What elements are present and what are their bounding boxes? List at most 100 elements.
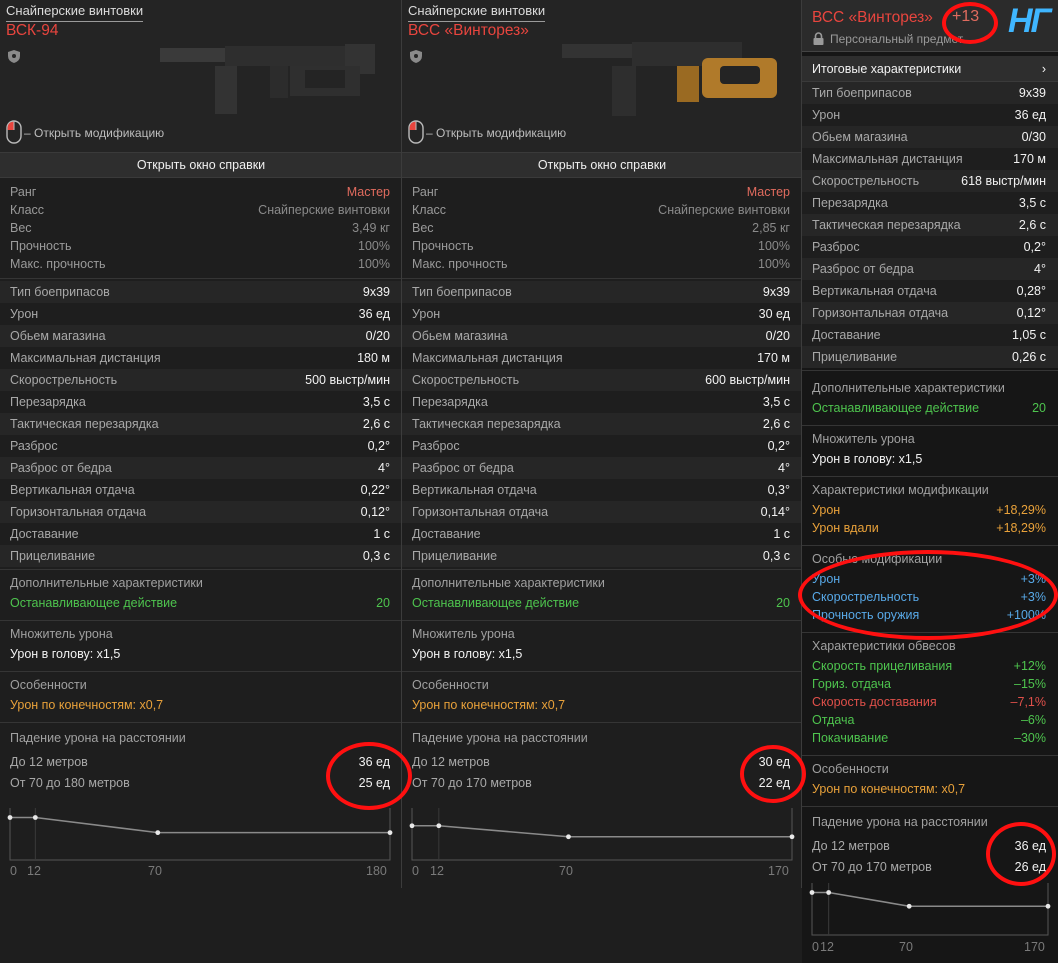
axis-tick: 0: [412, 864, 419, 878]
axis-tick: 70: [559, 864, 573, 878]
summary-stats-header[interactable]: Итоговые характеристики ›: [802, 56, 1058, 82]
info-row: Вес 3,49 кг: [10, 221, 390, 235]
damage-drop-point: [7, 815, 13, 820]
info-row: Класс Снайперские винтовки: [412, 203, 790, 217]
stat-row: Максимальная дистанция 170 м: [802, 148, 1058, 170]
damage-multiplier-section: Множитель урона Урон в голову: x1,5: [402, 621, 802, 672]
weapon-image: [562, 42, 777, 116]
info-row: Ранг Мастер: [10, 185, 390, 199]
stat-row: Перезарядка 3,5 с: [802, 192, 1058, 214]
chart-frame: [411, 808, 793, 861]
upgrade-level: +13: [952, 8, 980, 25]
info-row: Макс. прочность 100%: [10, 257, 390, 271]
weapon-panel-vss: Снайперские винтовки ВСС «Винторез» – От…: [402, 0, 802, 963]
info-row: Класс Снайперские винтовки: [10, 203, 390, 217]
stat-row: Тактическая перезарядка 2,6 с: [402, 413, 802, 435]
info-row: Прочность 100%: [10, 239, 390, 253]
extra-section: Дополнительные характеристики Останавлив…: [402, 570, 802, 621]
stats-table: Тип боеприпасов 9x39 Урон 36 ед Обьем мага…: [0, 279, 402, 570]
stat-row: Разброс 0,2°: [0, 435, 402, 457]
mod-characteristics-section: Характеристики модификации Урон +18,29% У…: [802, 477, 1058, 546]
stat-row: Тактическая перезарядка 2,6 с: [0, 413, 402, 435]
stat-row: Урон 30 ед: [402, 303, 802, 325]
damage-drop-point: [155, 830, 161, 836]
mouse-icon: [6, 120, 22, 144]
info-row: Макс. прочность 100%: [412, 257, 790, 271]
damage-drop-section: Падение урона на расстоянии До 12 метров…: [412, 731, 790, 790]
damage-drop-section: Падение урона на расстоянии До 12 метров…: [10, 731, 390, 790]
damage-multiplier-section: Множитель урона Урон в голову: x1,5: [0, 621, 402, 672]
damage-drop-section: Падение урона на расстоянии До 12 метров…: [812, 815, 1046, 874]
stats-table: Тип боеприпасов 9x39 Урон 36 ед Обьем мага…: [802, 82, 1058, 371]
mouse-icon: [408, 120, 424, 144]
stat-row: Прицеливание 0,3 с: [0, 545, 402, 567]
stat-row: Горизонтальная отдача 0,12°: [802, 302, 1058, 324]
weapon-image: [160, 44, 375, 114]
axis-tick: 70: [899, 940, 913, 954]
damage-drop-point: [409, 823, 415, 829]
stat-row: Скорострельность 500 выстр/мин: [0, 369, 402, 391]
features-section: Особенности Урон по конечностям: x0,7: [0, 672, 402, 723]
open-help-button[interactable]: Открыть окно справки: [402, 152, 802, 178]
stat-row: Перезарядка 3,5 с: [402, 391, 802, 413]
stat-row: Обьем магазина 0/20: [402, 325, 802, 347]
stat-row: Тип боеприпасов 9x39: [802, 82, 1058, 104]
lock-icon: [813, 32, 824, 45]
stat-row: Разброс от бедра 4°: [402, 457, 802, 479]
weapon-header: Снайперские винтовки ВСС «Винторез» – От…: [402, 0, 802, 152]
info-group: Ранг Мастер Класс Снайперские винтовки Вес…: [402, 178, 802, 279]
attachments-section: Характеристики обвесов Скорость прицелив…: [802, 633, 1058, 756]
open-help-button[interactable]: Открыть окно справки: [0, 152, 402, 178]
axis-tick: 0: [812, 940, 819, 954]
damage-drop-line: [10, 816, 390, 834]
stat-row: Максимальная дистанция 180 м: [0, 347, 402, 369]
extra-section: Дополнительные характеристики Останавлив…: [0, 570, 402, 621]
stat-row: Горизонтальная отдача 0,14°: [402, 501, 802, 523]
extra-section: Дополнительные характеристики Останавлив…: [802, 371, 1058, 426]
stat-row: Вертикальная отдача 0,3°: [402, 479, 802, 501]
axis-tick: 70: [148, 864, 162, 878]
stat-row: Вертикальная отдача 0,22°: [0, 479, 402, 501]
axis-tick: 170: [768, 864, 789, 878]
stat-row: Прицеливание 0,3 с: [402, 545, 802, 567]
damage-drop-point: [789, 834, 795, 840]
chart-frame: [9, 808, 391, 861]
stat-row: Скорострельность 618 выстр/мин: [802, 170, 1058, 192]
damage-drop-point: [32, 815, 38, 820]
weapon-header: Снайперские винтовки ВСК-94 – Открыть мо…: [0, 0, 402, 152]
weapon-category: Снайперские винтовки: [6, 3, 144, 22]
info-row: Прочность 100%: [412, 239, 790, 253]
damage-drop-point: [387, 830, 393, 836]
axis-tick: 12: [430, 864, 444, 878]
chevron-right-icon: ›: [1041, 61, 1046, 76]
axis-tick: 170: [1024, 940, 1045, 954]
open-mod-hint[interactable]: – Открыть модификацию: [24, 126, 164, 140]
damage-drop-line: [812, 891, 1048, 908]
weapon-panel-vss-modded: ВСС «Винторез» +13 Персональный предмет …: [802, 0, 1058, 963]
stat-row: Разброс от бедра 4°: [802, 258, 1058, 280]
stat-row: Максимальная дистанция 170 м: [402, 347, 802, 369]
damage-drop-chart: [7, 808, 393, 861]
open-mod-hint[interactable]: – Открыть модификацию: [426, 126, 566, 140]
stat-row: Прицеливание 0,26 с: [802, 346, 1058, 368]
stat-row: Скорострельность 600 выстр/мин: [402, 369, 802, 391]
axis-tick: 180: [366, 864, 387, 878]
stat-row: Урон 36 ед: [0, 303, 402, 325]
stat-row: Доставание 1,05 с: [802, 324, 1058, 346]
weapon-name: ВСС «Винторез»: [812, 9, 933, 26]
damage-drop-point: [826, 890, 832, 895]
features-section: Особенности Урон по конечностям: x0,7: [402, 672, 802, 723]
damage-drop-line: [412, 824, 792, 838]
shield-icon: [8, 50, 20, 63]
axis-tick: 12: [27, 864, 41, 878]
features-section: Особенности Урон по конечностям: x0,7: [802, 756, 1058, 807]
stat-row: Обьем магазина 0/30: [802, 126, 1058, 148]
stat-row: Вертикальная отдача 0,28°: [802, 280, 1058, 302]
stat-row: Урон 36 ед: [802, 104, 1058, 126]
stat-row: Тип боеприпасов 9x39: [0, 281, 402, 303]
stat-row: Разброс от бедра 4°: [0, 457, 402, 479]
stat-row: Доставание 1 с: [402, 523, 802, 545]
axis-tick: 0: [10, 864, 17, 878]
special-mods-section: Особые модификации Урон +3% Скорострельно…: [802, 546, 1058, 633]
stats-table: Тип боеприпасов 9x39 Урон 30 ед Обьем мага…: [402, 279, 802, 570]
